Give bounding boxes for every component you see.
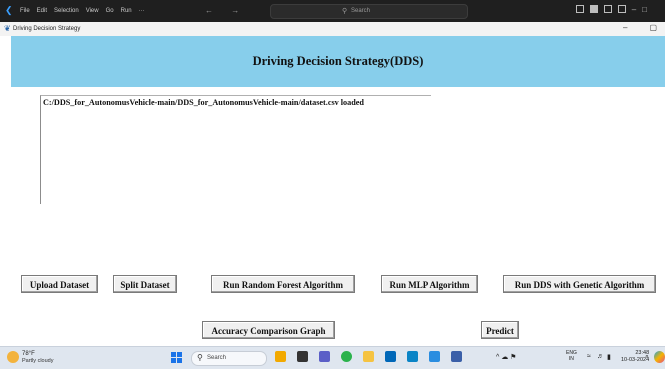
- weather-condition: Partly cloudy: [22, 358, 54, 364]
- tray-icons[interactable]: ^ ☁ ⚑: [496, 353, 516, 361]
- tk-feather-icon: ❦: [4, 24, 11, 33]
- menu-go[interactable]: Go: [106, 8, 114, 14]
- weather-temperature: 78°F: [22, 351, 35, 357]
- python-idle-icon[interactable]: [451, 351, 462, 362]
- nav-arrows[interactable]: ← →: [205, 6, 247, 15]
- menu-file[interactable]: File: [20, 8, 30, 14]
- app-header: Driving Decision Strategy(DDS): [11, 36, 665, 87]
- predict-button[interactable]: Predict: [481, 321, 519, 339]
- copilot-icon[interactable]: [654, 351, 665, 363]
- toggle-secondary-sidebar-icon[interactable]: [603, 5, 612, 13]
- run-mlp-button[interactable]: Run MLP Algorithm: [381, 275, 478, 293]
- toggle-panel-icon[interactable]: [589, 5, 598, 13]
- store-icon[interactable]: [385, 351, 396, 362]
- weather-widget[interactable]: 78°F Partly cloudy: [22, 351, 54, 365]
- app-maximize-button[interactable]: ▢: [649, 23, 657, 32]
- command-search-placeholder: Search: [351, 8, 371, 14]
- menu-edit[interactable]: Edit: [37, 8, 47, 14]
- layout-controls: – □: [575, 5, 647, 14]
- taskbar-search-box[interactable]: ⚲ Search: [191, 351, 267, 366]
- command-search-box[interactable]: ⚲ Search: [270, 4, 468, 19]
- app-window-title: Driving Decision Strategy: [13, 26, 81, 32]
- wifi-icon[interactable]: ≈: [587, 353, 591, 360]
- app-minimize-button[interactable]: –: [623, 23, 627, 32]
- file-explorer-icon[interactable]: [363, 351, 374, 362]
- vscode-taskbar-icon[interactable]: [429, 351, 440, 362]
- weather-icon[interactable]: [7, 351, 19, 363]
- battery-icon[interactable]: ▮: [607, 353, 611, 361]
- mail-icon[interactable]: [407, 351, 418, 362]
- system-tray[interactable]: ^ ☁ ⚑: [496, 353, 516, 361]
- taskbar-apps: [275, 351, 462, 362]
- menu-selection[interactable]: Selection: [54, 8, 79, 14]
- volume-icon[interactable]: ♬: [597, 353, 604, 360]
- editor-minimize-button[interactable]: –: [632, 5, 636, 14]
- menu-more[interactable]: ···: [139, 8, 145, 14]
- windows-start-icon[interactable]: [171, 352, 182, 363]
- windows-taskbar: 78°F Partly cloudy ⚲ Search ^ ☁ ⚑ ENG IN…: [0, 346, 665, 369]
- left-edge-strip: [0, 36, 11, 346]
- chrome-icon[interactable]: [341, 351, 352, 362]
- output-text-area[interactable]: C:/DDS_for_AutonomusVehicle-main/DDS_for…: [40, 95, 431, 204]
- page-title: Driving Decision Strategy(DDS): [252, 54, 424, 68]
- run-random-forest-button[interactable]: Run Random Forest Algorithm: [211, 275, 355, 293]
- customize-layout-icon[interactable]: [617, 5, 626, 13]
- widgets-icon[interactable]: [275, 351, 286, 362]
- language-indicator[interactable]: ENG IN: [566, 350, 577, 362]
- output-line: C:/DDS_for_AutonomusVehicle-main/DDS_for…: [43, 98, 364, 107]
- app-window-title-bar: ❦ Driving Decision Strategy – ▢: [0, 22, 665, 37]
- teams-icon[interactable]: [319, 351, 330, 362]
- editor-title-bar: ❮ File Edit Selection View Go Run ··· ← …: [0, 0, 665, 22]
- run-dds-genetic-button[interactable]: Run DDS with Genetic Algorithm: [503, 275, 656, 293]
- menu-run[interactable]: Run: [121, 8, 132, 14]
- app-window-controls: – ▢: [623, 23, 657, 32]
- upload-dataset-button[interactable]: Upload Dataset: [21, 275, 98, 293]
- editor-menu-bar: File Edit Selection View Go Run ···: [20, 8, 145, 14]
- accuracy-comparison-graph-button[interactable]: Accuracy Comparison Graph: [202, 321, 335, 339]
- notification-bell-icon[interactable]: ⚬: [644, 353, 650, 361]
- search-icon: ⚲: [342, 8, 348, 15]
- menu-view[interactable]: View: [86, 8, 99, 14]
- search-icon: ⚲: [197, 353, 203, 362]
- task-view-icon[interactable]: [297, 351, 308, 362]
- vscode-logo-icon: ❮: [5, 5, 13, 15]
- toggle-sidebar-icon[interactable]: [575, 5, 584, 13]
- editor-maximize-button[interactable]: □: [642, 5, 647, 14]
- language-region: IN: [568, 356, 574, 362]
- split-dataset-button[interactable]: Split Dataset: [113, 275, 177, 293]
- taskbar-search-label: Search: [207, 355, 227, 361]
